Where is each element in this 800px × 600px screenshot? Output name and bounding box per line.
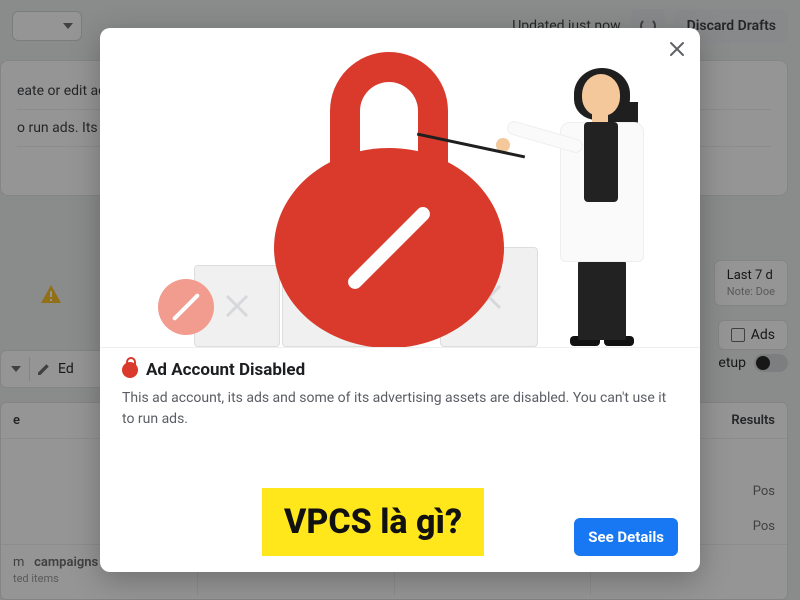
person-illustration xyxy=(524,74,664,348)
big-lock-icon xyxy=(274,52,504,348)
see-details-button[interactable]: See Details xyxy=(574,518,678,556)
lock-icon xyxy=(122,362,138,378)
modal-title: Ad Account Disabled xyxy=(146,360,305,380)
modal-illustration xyxy=(100,28,700,348)
modal-description: This ad account, its ads and some of its… xyxy=(122,388,678,430)
modal-body: Ad Account Disabled This ad account, its… xyxy=(100,348,700,430)
ad-account-disabled-modal: Ad Account Disabled This ad account, its… xyxy=(100,28,700,572)
overlay-badge: VPCS là gì? xyxy=(262,488,484,556)
x-icon xyxy=(223,292,251,320)
small-lock-icon xyxy=(158,279,214,335)
modal-title-row: Ad Account Disabled xyxy=(122,360,678,380)
